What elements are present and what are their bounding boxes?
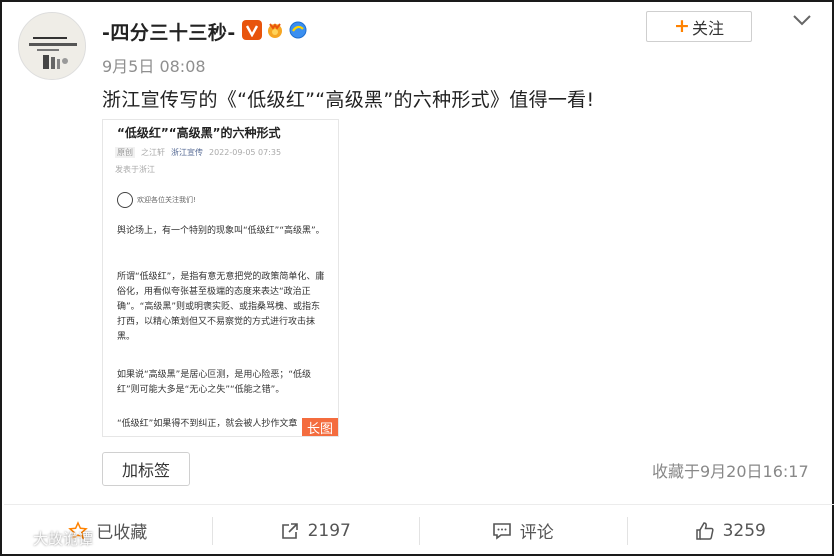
like-action[interactable]: 3259: [626, 505, 834, 556]
follow-button[interactable]: + 关注: [646, 11, 752, 42]
favorite-label: 已收藏: [96, 523, 148, 543]
thumbs-up-icon: [695, 521, 714, 540]
long-image-thumbnail[interactable]: “低级红”“高级黑”的六种形式 原创 之江轩 浙江宣传 2022-09-05 0…: [102, 119, 339, 437]
post-text: 浙江宣传写的《“低级红”“高级黑”的六种形式》值得一看!: [102, 89, 595, 111]
follow-hint-text: 欢迎各位关注我们!: [137, 196, 196, 204]
article-date: 2022-09-05 07:35: [209, 148, 282, 157]
article-paragraph: 舆论场上，有一个特别的现象叫“低级红”“高级黑”。: [117, 226, 325, 236]
chevron-down-icon[interactable]: [791, 10, 813, 30]
comment-icon: [492, 522, 511, 540]
blue-globe-icon[interactable]: [288, 20, 308, 40]
article-source: 浙江宣传: [171, 148, 203, 157]
article-meta: 原创 之江轩 浙江宣传 2022-09-05 07:35: [115, 147, 281, 158]
article-author: 之江轩: [141, 148, 165, 157]
comment-action[interactable]: 评论: [419, 505, 627, 556]
avatar-image: [19, 13, 85, 79]
watermark-text: 大故诡谭: [33, 530, 94, 548]
article-paragraph: “低级红”如果得不到纠正，就会被人抄作文章: [117, 419, 298, 429]
share-action[interactable]: 2197: [211, 505, 420, 556]
article-paragraph: 所谓“低级红”，是指有意无意把党的政策简单化、庸俗化，用看似夸张甚至极端的态度来…: [117, 272, 325, 342]
add-tag-button[interactable]: 加标签: [102, 452, 190, 486]
favorite-time: 收藏于9月20日16:17: [652, 462, 809, 481]
article-location: 发表于浙江: [115, 165, 155, 174]
weibo-logo-icon: [8, 531, 29, 547]
original-tag: 原创: [115, 147, 135, 158]
post-time[interactable]: 9月5日 08:08: [102, 53, 206, 77]
watermark: 大故诡谭: [8, 528, 93, 549]
user-badges: [242, 20, 308, 40]
avatar[interactable]: [18, 12, 86, 80]
article-title: “低级红”“高级黑”的六种形式: [117, 126, 281, 140]
share-icon: [281, 522, 298, 539]
like-count: 3259: [722, 520, 766, 541]
follow-label: 关注: [691, 18, 724, 38]
action-bar: 已收藏 2197 评论 3259: [4, 504, 834, 556]
plus-icon: +: [674, 15, 690, 37]
vip-v-icon[interactable]: [242, 20, 262, 40]
gold-medal-icon[interactable]: [265, 20, 285, 40]
article-paragraph: 如果说“高级黑”是居心叵测，是用心险恶；“低级红”则可能大多是“无心之失”“低能…: [117, 370, 311, 395]
loading-ring-icon: [117, 192, 133, 208]
long-image-label: 长图: [302, 418, 338, 436]
follow-hint: 欢迎各位关注我们!: [117, 192, 196, 208]
weibo-post-card: -四分三十三秒- 9月5日 08:08 + 关注 浙江宣传写的《“低级红”“高级…: [0, 0, 834, 556]
username[interactable]: -四分三十三秒-: [102, 18, 236, 45]
share-count: 2197: [307, 520, 351, 541]
comment-label: 评论: [519, 523, 554, 543]
